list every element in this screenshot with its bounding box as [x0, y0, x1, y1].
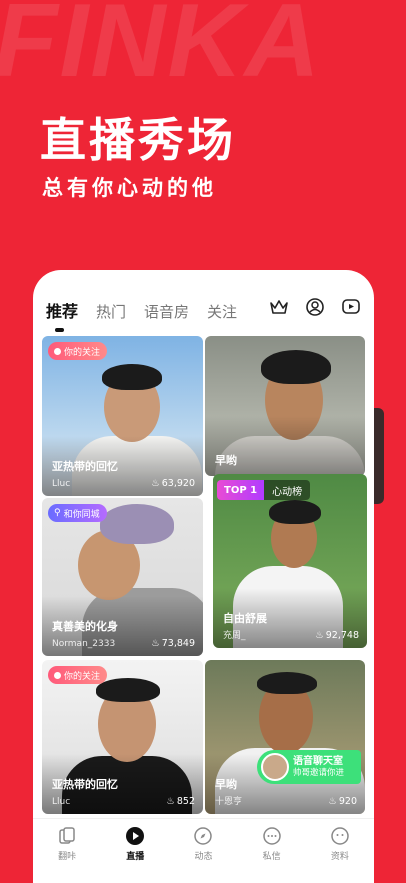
same-city-badge: ⚲ 和你同城 [48, 504, 107, 522]
flame-icon: ♨ [151, 638, 160, 649]
card-user: Lluc [52, 797, 71, 807]
card-title: 早哟 [215, 454, 237, 467]
cards-icon [57, 826, 77, 846]
card-title: 亚热带的回忆 [52, 778, 118, 791]
card-title: 自由舒展 [223, 612, 267, 625]
live-play-icon [125, 826, 145, 846]
crown-icon[interactable] [268, 296, 290, 318]
chat-bubble-icon [262, 826, 282, 846]
card-title: 早哟 [215, 778, 237, 791]
top-icons [268, 296, 362, 318]
avatar [261, 753, 289, 781]
flame-icon: ♨ [166, 796, 175, 807]
following-badge: 你的关注 [48, 666, 108, 684]
heart-icon [54, 347, 61, 355]
viewer-count: ♨ 852 [166, 796, 195, 807]
person-hair [102, 364, 162, 390]
bottom-nav: 翻咔 直播 动态 私信 资料 [33, 818, 374, 868]
tab-following[interactable]: 关注 [207, 301, 237, 322]
person-cap [100, 504, 174, 544]
person-hair [257, 672, 317, 694]
live-card[interactable]: 早哟 [205, 336, 365, 476]
play-chat-icon[interactable] [340, 296, 362, 318]
top-tabs: 推荐 热门 语音房 关注 [46, 298, 255, 332]
profile-circle-icon[interactable] [304, 296, 326, 318]
brand-watermark: FINKA [0, 0, 322, 99]
compass-icon [193, 826, 213, 846]
nav-live[interactable]: 直播 [110, 826, 160, 862]
card-title: 真善美的化身 [52, 620, 118, 633]
live-card[interactable]: ⚲ 和你同城 真善美的化身 Norman_2333 ♨ 73,849 [42, 498, 203, 656]
nav-moments[interactable]: 动态 [178, 826, 228, 862]
voice-chat-room-chip[interactable]: 语音聊天室 帅哥邀请你进 [257, 750, 361, 784]
hero-subtitle: 总有你心动的他 [42, 176, 217, 200]
person-hair [269, 500, 321, 524]
card-user: 充周_ [223, 631, 246, 641]
nav-messages[interactable]: 私信 [247, 826, 297, 862]
flame-icon: ♨ [328, 796, 337, 807]
viewer-count: ♨ 920 [328, 796, 357, 807]
nav-finka[interactable]: 翻咔 [42, 826, 92, 862]
viewer-count: ♨ 92,748 [315, 630, 359, 641]
person-hair [261, 350, 331, 384]
flame-icon: ♨ [315, 630, 324, 641]
following-badge: 你的关注 [48, 342, 108, 360]
live-card-top[interactable]: TOP 1 心动榜 自由舒展 充周_ ♨ 92,748 [213, 474, 367, 648]
card-title: 亚热带的回忆 [52, 460, 118, 473]
tab-hot[interactable]: 热门 [96, 301, 126, 322]
heart-icon [54, 671, 61, 679]
live-card[interactable]: 你的关注 亚热带的回忆 Lluc ♨ 63,920 [42, 336, 203, 496]
card-user: 十恩亨 [215, 797, 243, 807]
person-hair [96, 678, 160, 702]
face-icon [330, 826, 350, 846]
live-card[interactable]: 语音聊天室 帅哥邀请你进 早哟 十恩亨 ♨ 920 [205, 660, 365, 814]
phone-screen: 推荐 热门 语音房 关注 你的关注 亚热带的回忆 Lluc ♨ 63,920 早哟 [33, 270, 374, 883]
card-user: Norman_2333 [52, 639, 116, 649]
live-card[interactable]: 你的关注 亚热带的回忆 Lluc ♨ 852 [42, 660, 203, 814]
hero-title: 直播秀场 [40, 113, 236, 167]
viewer-count: ♨ 73,849 [151, 638, 195, 649]
nav-profile[interactable]: 资料 [315, 826, 365, 862]
tab-recommend[interactable]: 推荐 [46, 298, 78, 332]
flame-icon: ♨ [151, 478, 160, 489]
top-rank-tag: TOP 1 心动榜 [217, 480, 311, 500]
tab-voice-room[interactable]: 语音房 [144, 301, 189, 322]
viewer-count: ♨ 63,920 [151, 478, 195, 489]
location-pin-icon: ⚲ [54, 508, 61, 518]
card-user: Lluc [52, 479, 71, 489]
